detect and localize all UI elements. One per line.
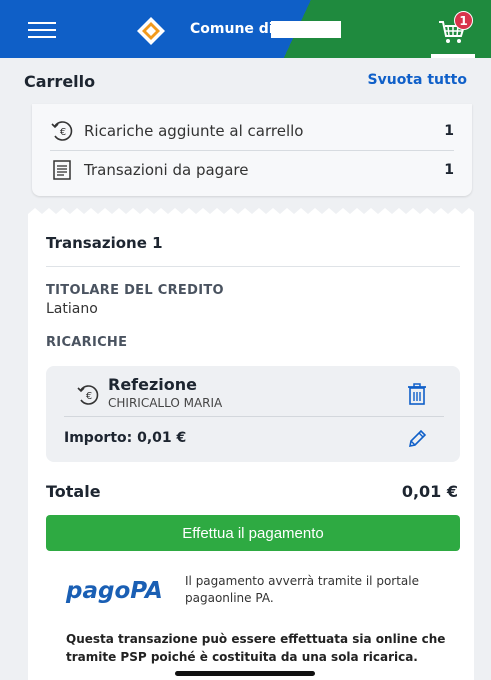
summary-value: 1 <box>444 123 454 139</box>
owner-label: TITOLARE DEL CREDITO <box>46 283 224 298</box>
document-list-icon <box>53 160 71 180</box>
recharge-name: Refezione <box>108 375 198 394</box>
cart-summary-card: € Ricariche aggiunte al carrello 1 Trans… <box>32 104 472 196</box>
svg-text:€: € <box>60 127 66 138</box>
menu-icon[interactable] <box>28 22 56 40</box>
pagopa-info: Il pagamento avverrà tramite il portale … <box>185 574 419 605</box>
transaction-note: Questa transazione può essere effettuata… <box>66 632 446 664</box>
total-label: Totale <box>46 482 101 501</box>
town-label: Comune di <box>190 21 274 37</box>
divider <box>46 266 460 267</box>
owner-value: Latiano <box>46 301 98 317</box>
summary-divider <box>50 150 454 151</box>
cart-count-badge: 1 <box>454 11 473 30</box>
euro-recharge-icon: € <box>51 121 73 141</box>
summary-value: 1 <box>444 162 454 178</box>
summary-label: Ricariche aggiunte al carrello <box>84 122 304 140</box>
clear-cart-link[interactable]: Svuota tutto <box>368 72 467 88</box>
pagopa-logo: pagoPA <box>65 578 163 604</box>
recharge-person: CHIRICALLO MARIA <box>108 396 223 410</box>
summary-label: Transazioni da pagare <box>84 161 249 179</box>
svg-text:pagoPA: pagoPA <box>65 578 163 604</box>
recharge-amount: Importo: 0,01 € <box>64 430 187 446</box>
item-divider <box>64 416 444 417</box>
app-logo <box>137 17 165 45</box>
active-tab-indicator <box>431 54 475 58</box>
edit-icon[interactable] <box>406 428 428 450</box>
pay-button[interactable]: Effettua il pagamento <box>46 515 460 551</box>
trash-icon[interactable] <box>406 382 428 406</box>
transaction-title: Transazione 1 <box>46 234 163 252</box>
summary-row-transactions: Transazioni da pagare 1 <box>50 153 454 187</box>
recharges-label: RICARICHE <box>46 335 128 350</box>
euro-recharge-icon: € <box>77 385 99 405</box>
svg-text:€: € <box>86 391 92 402</box>
page-title: Carrello <box>24 72 96 91</box>
home-indicator[interactable] <box>175 671 315 676</box>
redacted-town-name <box>271 21 341 38</box>
total-value: 0,01 € <box>401 482 458 501</box>
summary-row-recharges: € Ricariche aggiunte al carrello 1 <box>50 114 454 148</box>
